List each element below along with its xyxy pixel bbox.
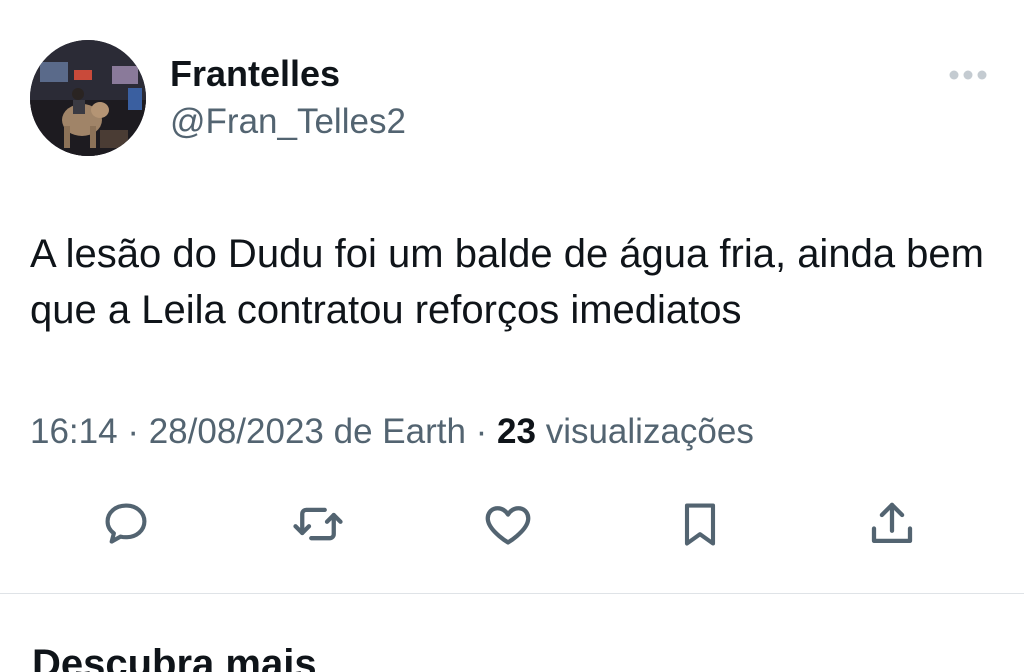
heart-icon <box>485 506 531 545</box>
views-label[interactable]: visualizações <box>536 412 754 451</box>
retweet-icon <box>293 507 343 541</box>
tweet-text: A lesão do Dudu foi um balde de água fri… <box>30 232 984 332</box>
share-icon <box>871 502 913 544</box>
like-button[interactable] <box>478 494 538 554</box>
speech-bubble-icon <box>105 503 147 544</box>
author-display-name[interactable]: Frantelles <box>170 54 340 94</box>
meta-separator: · <box>117 412 149 451</box>
more-dots-icon <box>949 70 987 80</box>
avatar[interactable] <box>30 40 146 156</box>
tweet-date[interactable]: 28/08/2023 <box>149 412 324 451</box>
tweet-time[interactable]: 16:14 <box>30 412 118 451</box>
share-button[interactable] <box>862 494 922 554</box>
views-count[interactable]: 23 <box>497 412 536 451</box>
tweet-source: de Earth <box>323 412 466 451</box>
profile-photo-icon <box>30 40 146 156</box>
reply-button[interactable] <box>96 494 156 554</box>
tweet-actions-bar <box>0 494 1024 554</box>
tweet-meta: 16:14 · 28/08/2023 de Earth · 23 visuali… <box>30 410 754 454</box>
more-options-button[interactable] <box>944 60 992 90</box>
section-divider <box>0 593 1024 594</box>
bookmark-button[interactable] <box>670 494 730 554</box>
discover-more-heading: Descubra mais <box>32 642 317 672</box>
meta-separator: · <box>465 412 498 451</box>
retweet-button[interactable] <box>288 494 348 554</box>
author-handle[interactable]: @Fran_Telles2 <box>170 102 406 142</box>
tweet-detail-page: Frantelles @Fran_Telles2 A lesão do Dudu… <box>0 0 1024 672</box>
bookmark-icon <box>684 503 716 546</box>
